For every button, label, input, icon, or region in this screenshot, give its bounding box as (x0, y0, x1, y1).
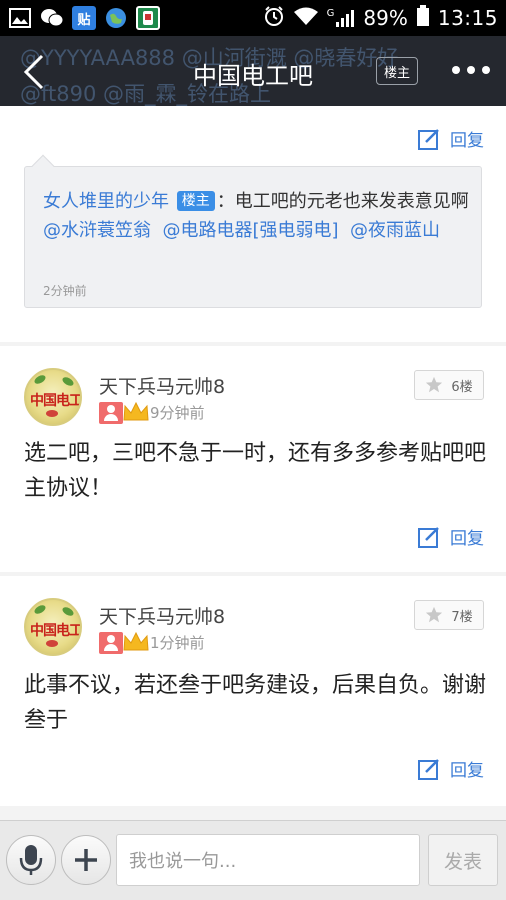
post-floor-7: 中国电工 天下兵马元帅8 1分钟前 7楼 此事不议，若还叁于吧务建设，后果自负。… (0, 576, 506, 806)
gallery-icon (8, 6, 32, 30)
reply-label: 回复 (450, 529, 484, 549)
only-op-button[interactable]: 楼主 (376, 57, 418, 85)
globe-icon (104, 6, 128, 30)
reply-label: 回复 (450, 761, 484, 781)
voice-button[interactable] (6, 835, 56, 885)
wechat-icon (40, 6, 64, 30)
floor-badge: 6楼 (414, 370, 484, 400)
battery-icon (416, 4, 430, 32)
star-icon (426, 376, 443, 393)
avatar[interactable]: 中国电工 (24, 368, 82, 426)
mention-link[interactable]: @夜雨蓝山 (350, 220, 440, 241)
star-icon (426, 606, 443, 623)
clock-time: 13:15 (437, 6, 498, 30)
post-username[interactable]: 天下兵马元帅8 (99, 602, 225, 629)
mention-link[interactable]: @水浒蓑笠翁 (43, 220, 151, 241)
post-timestamp: 1分钟前 (150, 634, 205, 652)
quoted-reply: 女人堆里的少年 楼主 ：电工吧的元老也来发表意见啊 @水浒蓑笠翁 @电路电器[强电弱… (24, 154, 482, 308)
reply-button[interactable]: 回复 (418, 126, 484, 151)
post-body: 选二吧，三吧不急于一时，还有多多参考贴吧吧主协议！ (24, 441, 487, 501)
quote-body: ：电工吧的元老也来发表意见啊 (216, 191, 469, 212)
wifi-icon (293, 6, 319, 31)
crown-icon (123, 631, 149, 651)
app-icon (136, 6, 160, 30)
mention-link[interactable]: @电路电器[强电弱电] (162, 220, 338, 241)
more-icon[interactable] (452, 66, 490, 74)
avatar-text: 中国电工 (30, 393, 82, 409)
user-badge-icon (99, 632, 123, 654)
status-bar: 贴 G 89% 13:15 (0, 0, 506, 36)
thread-content: 回复 女人堆里的少年 楼主 ：电工吧的元老也来发表意见啊 @水浒蓑笠翁 @电路电器[… (0, 106, 506, 820)
battery-percent: 89% (363, 6, 408, 30)
post-floor-6: 中国电工 天下兵马元帅8 9分钟前 6楼 选二吧，三吧不急于一时，还有多多参考贴… (0, 346, 506, 572)
reply-input[interactable]: 我也说一句... (116, 834, 420, 886)
edit-icon (418, 128, 439, 150)
reply-button[interactable]: 回复 (418, 524, 484, 549)
avatar[interactable]: 中国电工 (24, 598, 82, 656)
quote-arrow (31, 154, 55, 178)
reply-label: 回复 (450, 131, 484, 151)
op-tag: 楼主 (176, 191, 215, 211)
post-timestamp: 9分钟前 (150, 404, 205, 422)
send-button[interactable]: 发表 (428, 834, 498, 886)
post-body: 此事不议，若还叁于吧务建设，后果自负。谢谢叁于 (24, 673, 487, 733)
quote-section: 回复 女人堆里的少年 楼主 ：电工吧的元老也来发表意见啊 @水浒蓑笠翁 @电路电器[… (0, 106, 506, 342)
alarm-icon (263, 5, 285, 32)
floor-number: 6楼 (451, 379, 473, 395)
edit-icon (418, 758, 439, 780)
floor-badge: 7楼 (414, 600, 484, 630)
signal-icon: G (327, 8, 356, 28)
quote-timestamp: 2分钟前 (43, 284, 87, 298)
nav-bar: @YYYYAAA888 @山河街溉 @晓春好好 @ft890 @雨_霖_铃在路上… (0, 36, 506, 106)
microphone-icon (19, 845, 43, 875)
user-badge-icon (99, 402, 123, 424)
add-attachment-button[interactable] (61, 835, 111, 885)
edit-icon (418, 526, 439, 548)
page-title: 中国电工吧 (193, 62, 313, 90)
quote-username[interactable]: 女人堆里的少年 (43, 191, 169, 212)
crown-icon (123, 401, 149, 421)
floor-number: 7楼 (451, 609, 473, 625)
avatar-text: 中国电工 (30, 623, 82, 639)
reply-button[interactable]: 回复 (418, 756, 484, 781)
reply-composer: 我也说一句... 发表 (0, 820, 506, 900)
quote-text: 女人堆里的少年 楼主 ：电工吧的元老也来发表意见啊 @水浒蓑笠翁 @电路电器[强电弱… (43, 187, 469, 245)
plus-icon (75, 849, 97, 871)
post-username[interactable]: 天下兵马元帅8 (99, 372, 225, 399)
tieba-icon: 贴 (72, 6, 96, 30)
